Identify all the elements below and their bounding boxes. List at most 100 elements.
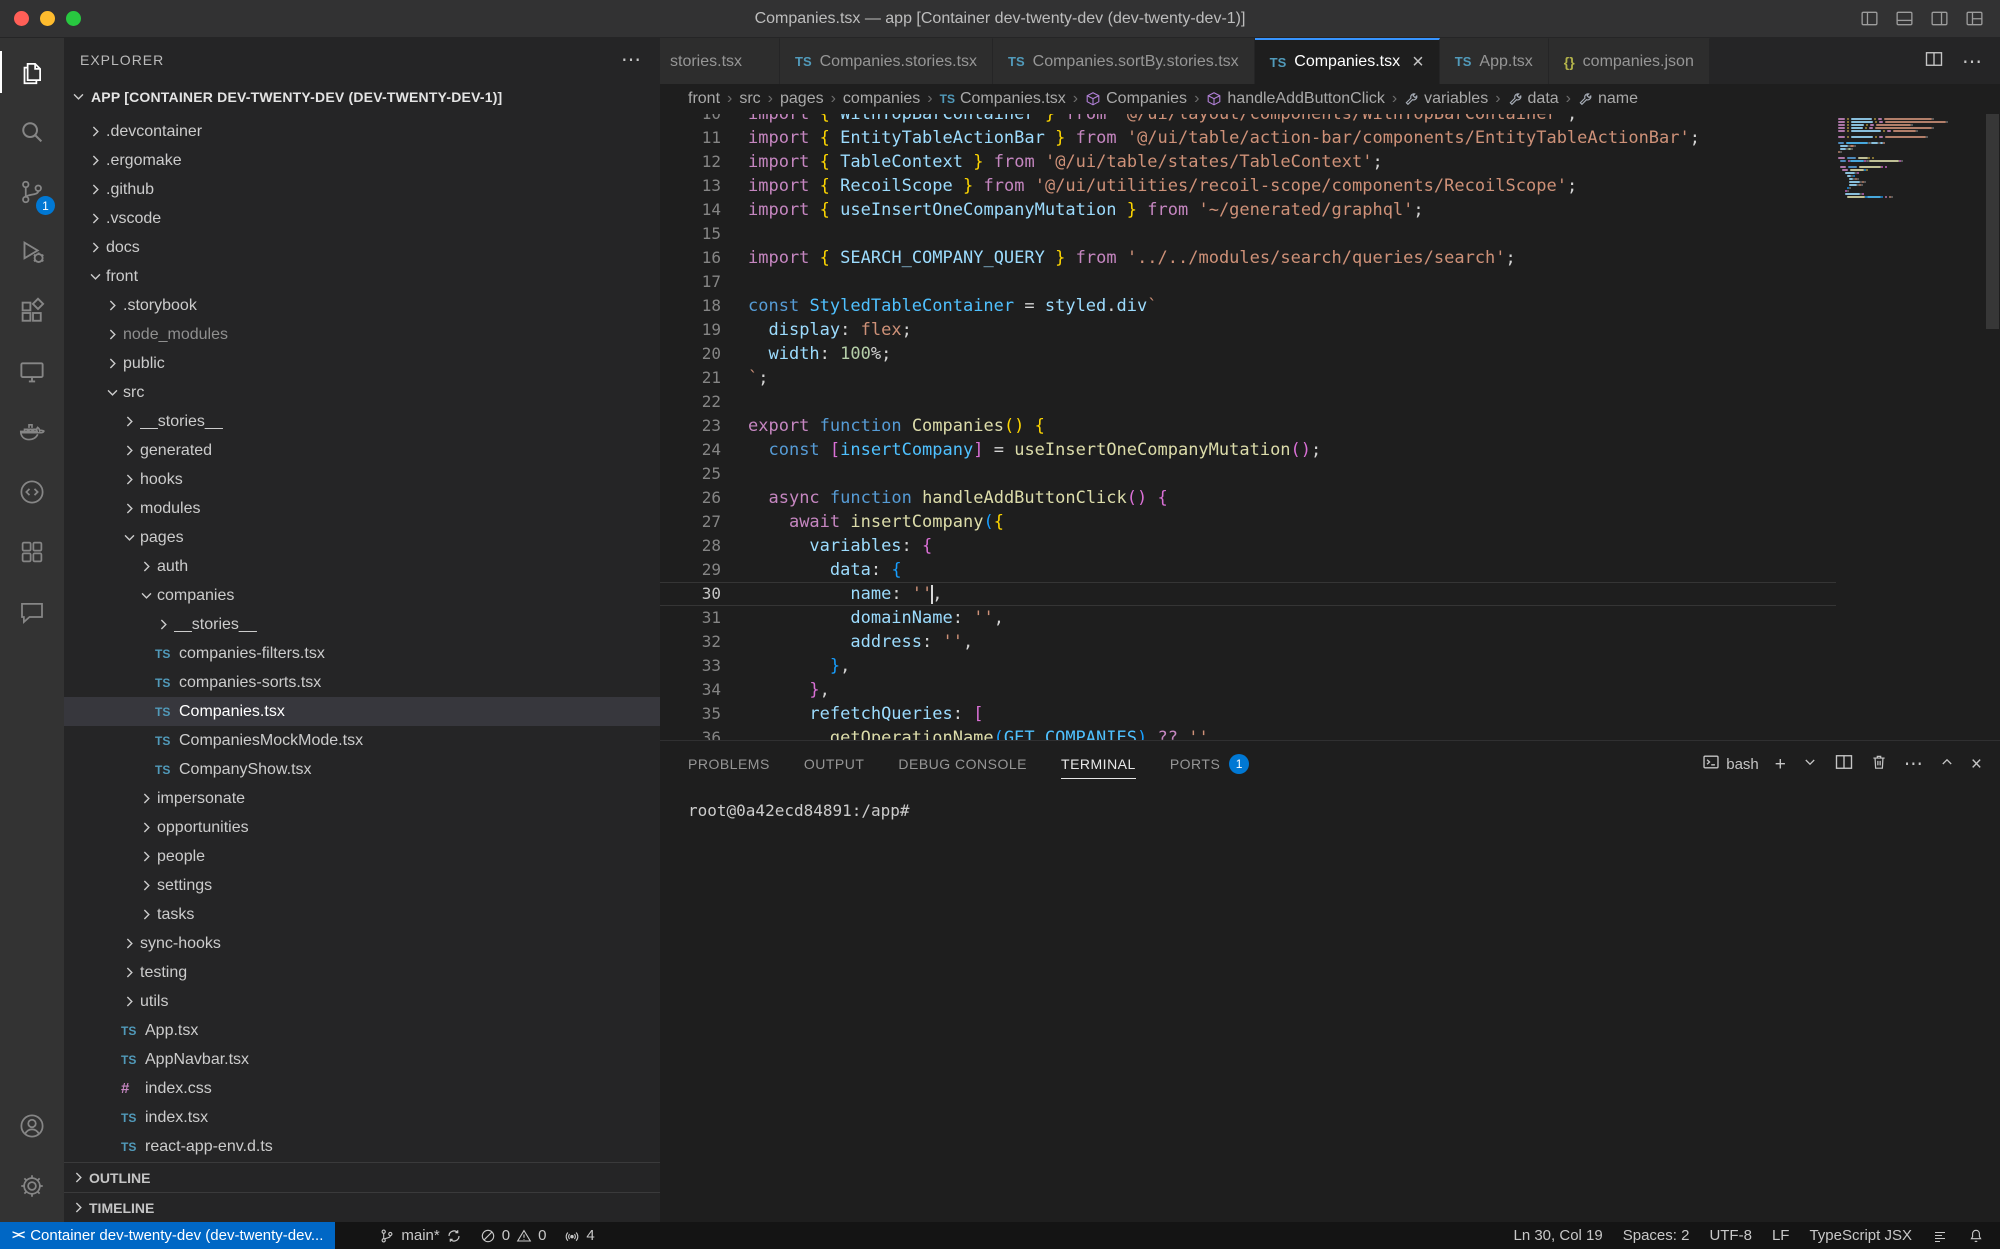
tree-item-index-tsx[interactable]: TSindex.tsx [64, 1103, 660, 1132]
code-line-23[interactable]: 23export function Companies() { [660, 414, 1836, 438]
split-editor-icon[interactable] [1924, 49, 1944, 74]
code-line-28[interactable]: 28 variables: { [660, 534, 1836, 558]
code-line-29[interactable]: 29 data: { [660, 558, 1836, 582]
tree-item-opportunities[interactable]: opportunities [64, 813, 660, 842]
tree-item-settings[interactable]: settings [64, 871, 660, 900]
code-line-25[interactable]: 25 [660, 462, 1836, 486]
tree-item-impersonate[interactable]: impersonate [64, 784, 660, 813]
breadcrumb-data[interactable]: data [1508, 90, 1559, 108]
tree-item-index-css[interactable]: #index.css [64, 1074, 660, 1103]
tree-item-tasks[interactable]: tasks [64, 900, 660, 929]
tree-item-companyshow-tsx[interactable]: TSCompanyShow.tsx [64, 755, 660, 784]
breadcrumb-companies-tsx[interactable]: TSCompanies.tsx [940, 90, 1066, 108]
close-panel-icon[interactable]: × [1971, 755, 1982, 774]
code-line-16[interactable]: 16import { SEARCH_COMPANY_QUERY } from '… [660, 246, 1836, 270]
tree-item-generated[interactable]: generated [64, 436, 660, 465]
close-tab-icon[interactable]: × [1412, 52, 1424, 72]
tree-item-react-app-env-d-ts[interactable]: TSreact-app-env.d.ts [64, 1132, 660, 1161]
tree-item-app-tsx[interactable]: TSApp.tsx [64, 1016, 660, 1045]
code-line-19[interactable]: 19 display: flex; [660, 318, 1836, 342]
tab-companies-json[interactable]: {}companies.json [1549, 38, 1710, 84]
apps-grid-activity-button[interactable] [0, 522, 64, 582]
minimap[interactable] [1838, 118, 1982, 740]
code-line-31[interactable]: 31 domainName: '', [660, 606, 1836, 630]
code-line-21[interactable]: 21`; [660, 366, 1836, 390]
code-line-33[interactable]: 33 }, [660, 654, 1836, 678]
tree-item-node-modules[interactable]: node_modules [64, 320, 660, 349]
code-line-11[interactable]: 11import { EntityTableActionBar } from '… [660, 126, 1836, 150]
code-line-36[interactable]: 36 getOperationName(GET_COMPANIES) ?? ''… [660, 726, 1836, 740]
panel-tab-problems[interactable]: PROBLEMS [688, 741, 770, 787]
eol-status[interactable]: LF [1772, 1227, 1790, 1244]
ports-status[interactable]: 4 [564, 1227, 594, 1244]
cursor-position-status[interactable]: Ln 30, Col 19 [1513, 1227, 1602, 1244]
run-debug-activity-button[interactable] [0, 222, 64, 282]
explorer-activity-button[interactable] [0, 42, 64, 102]
toggle-panel-icon[interactable] [1895, 9, 1914, 28]
code-line-35[interactable]: 35 refetchQueries: [ [660, 702, 1836, 726]
accounts-activity-button[interactable] [0, 1096, 64, 1156]
breadcrumb-src[interactable]: src [739, 90, 760, 108]
breadcrumb-handleaddbuttonclick[interactable]: handleAddButtonClick [1206, 90, 1384, 108]
tab-app-tsx[interactable]: TSApp.tsx [1440, 38, 1549, 84]
terminal[interactable]: root@0a42ecd84891:/app# [660, 787, 2000, 1222]
more-actions-icon[interactable]: ⋯ [621, 55, 642, 65]
tree-item-companies-tsx[interactable]: TSCompanies.tsx [64, 697, 660, 726]
code-line-34[interactable]: 34 }, [660, 678, 1836, 702]
tree-item-people[interactable]: people [64, 842, 660, 871]
language-mode-status[interactable]: TypeScript JSX [1809, 1227, 1912, 1244]
minimize-window-button[interactable] [40, 11, 55, 26]
code-line-18[interactable]: 18const StyledTableContainer = styled.di… [660, 294, 1836, 318]
tab-companies-stories-tsx[interactable]: TSCompanies.stories.tsx [780, 38, 993, 84]
code-line-26[interactable]: 26 async function handleAddButtonClick()… [660, 486, 1836, 510]
section-outline[interactable]: OUTLINE [64, 1162, 660, 1192]
breadcrumb-name[interactable]: name [1578, 90, 1638, 108]
tree-item-ergomake[interactable]: .ergomake [64, 146, 660, 175]
remote-explorer-activity-button[interactable] [0, 342, 64, 402]
customize-layout-icon[interactable] [1965, 9, 1984, 28]
tree-item-companies[interactable]: companies [64, 581, 660, 610]
tree-item-auth[interactable]: auth [64, 552, 660, 581]
source-control-activity-button[interactable]: 1 [0, 162, 64, 222]
docker-activity-button[interactable] [0, 402, 64, 462]
tree-item-appnavbar-tsx[interactable]: TSAppNavbar.tsx [64, 1045, 660, 1074]
code-line-24[interactable]: 24 const [insertCompany] = useInsertOneC… [660, 438, 1836, 462]
settings-activity-button[interactable] [0, 1156, 64, 1216]
code-line-32[interactable]: 32 address: '', [660, 630, 1836, 654]
code-line-20[interactable]: 20 width: 100%; [660, 342, 1836, 366]
tree-item-storybook[interactable]: .storybook [64, 291, 660, 320]
tree-item-utils[interactable]: utils [64, 987, 660, 1016]
breadcrumb-pages[interactable]: pages [780, 90, 824, 108]
panel-tab-terminal[interactable]: TERMINAL [1061, 741, 1136, 787]
tree-item-docs[interactable]: docs [64, 233, 660, 262]
panel-more-actions-icon[interactable]: ⋯ [1904, 755, 1923, 774]
tree-item-testing[interactable]: testing [64, 958, 660, 987]
tree-item-devcontainer[interactable]: .devcontainer [64, 117, 660, 146]
code-line-15[interactable]: 15 [660, 222, 1836, 246]
problems-status[interactable]: 0 0 [480, 1227, 547, 1244]
search-activity-button[interactable] [0, 102, 64, 162]
tab-companies-sortby-stories-tsx[interactable]: TSCompanies.sortBy.stories.tsx [993, 38, 1255, 84]
code-line-22[interactable]: 22 [660, 390, 1836, 414]
branch-status[interactable]: main* [379, 1227, 461, 1244]
tree-item-vscode[interactable]: .vscode [64, 204, 660, 233]
code-circle-activity-button[interactable] [0, 462, 64, 522]
breadcrumb-companies[interactable]: companies [843, 90, 920, 108]
tree-item-front[interactable]: front [64, 262, 660, 291]
code-line-12[interactable]: 12import { TableContext } from '@/ui/tab… [660, 150, 1836, 174]
panel-tab-debug-console[interactable]: DEBUG CONSOLE [898, 741, 1027, 787]
code-line-27[interactable]: 27 await insertCompany({ [660, 510, 1836, 534]
scrollbar-thumb[interactable] [1986, 114, 1999, 329]
tree-item-companies-sorts-tsx[interactable]: TScompanies-sorts.tsx [64, 668, 660, 697]
editor-scrollbar[interactable] [1984, 114, 2000, 740]
tree-item-stories[interactable]: __stories__ [64, 610, 660, 639]
section-timeline[interactable]: TIMELINE [64, 1192, 660, 1222]
tree-item-github[interactable]: .github [64, 175, 660, 204]
panel-tab-output[interactable]: OUTPUT [804, 741, 865, 787]
tree-item-pages[interactable]: pages [64, 523, 660, 552]
tree-item-hooks[interactable]: hooks [64, 465, 660, 494]
indentation-status[interactable]: Spaces: 2 [1623, 1227, 1690, 1244]
code-line-10[interactable]: 10import { WithTopBarContainer } from '@… [660, 114, 1836, 126]
terminal-dropdown-icon[interactable] [1802, 754, 1818, 774]
zoom-window-button[interactable] [66, 11, 81, 26]
